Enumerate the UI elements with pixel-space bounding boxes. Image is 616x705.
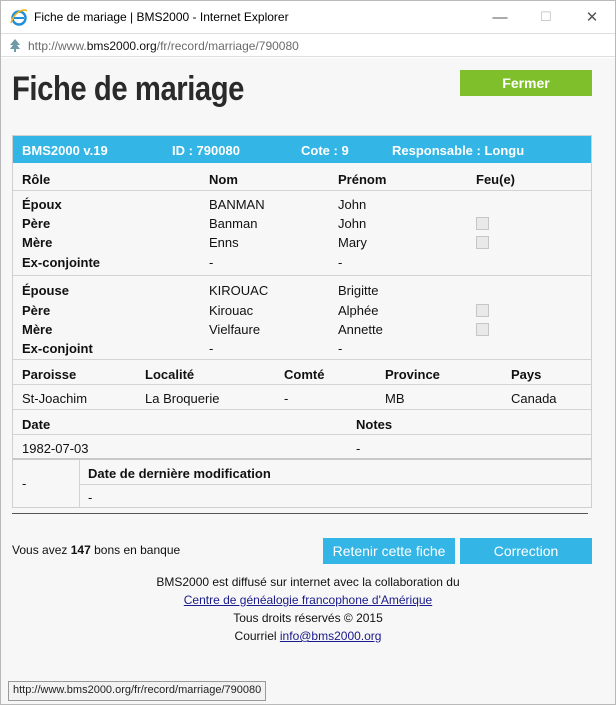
bride-role: Épouse — [22, 283, 69, 298]
header-last-modification: Date de dernière modification — [88, 466, 271, 481]
header-date: Date — [22, 417, 51, 432]
header-prenom: Prénom — [338, 172, 387, 187]
divider — [13, 275, 591, 276]
bride-mother-deceased-checkbox — [476, 323, 489, 336]
close-window-button[interactable]: ✕ — [569, 3, 615, 31]
header-localite: Localité — [145, 367, 195, 382]
cote-label: Cote : 9 — [301, 143, 349, 158]
responsable-label: Responsable : Longu — [392, 143, 525, 158]
divider — [80, 484, 591, 485]
groom-ex-prenom: - — [338, 255, 343, 270]
bride-father-prenom: Alphée — [338, 303, 379, 318]
retain-record-button[interactable]: Retenir cette fiche — [323, 538, 455, 564]
title-bar: Fiche de mariage | BMS2000 - Internet Ex… — [1, 1, 615, 33]
modif-left-value: - — [22, 476, 27, 491]
page-title: Fiche de mariage — [12, 70, 245, 108]
bride-ex-nom: - — [209, 341, 214, 356]
date-value: 1982-07-03 — [22, 441, 89, 456]
status-bar-url: http://www.bms2000.org/fr/record/marriag… — [8, 681, 267, 701]
close-record-button[interactable]: Fermer — [460, 70, 592, 96]
record-card: BMS2000 v.19 ID : 790080 Cote : 9 Respon… — [12, 135, 592, 508]
divider — [13, 409, 591, 410]
header-notes: Notes — [356, 417, 393, 432]
mail-label: Courriel — [234, 629, 277, 643]
divider — [13, 458, 591, 460]
footer-collaboration: BMS2000 est diffusé sur internet avec la… — [156, 575, 460, 589]
bride-mother-nom: Vielfaure — [209, 322, 261, 337]
groom-father-role: Père — [22, 216, 51, 231]
browser-window: Fiche de mariage | BMS2000 - Internet Ex… — [0, 0, 616, 705]
bride-nom: KIROUAC — [209, 283, 269, 298]
header-pays: Pays — [511, 367, 542, 382]
groom-ex-nom: - — [209, 255, 214, 270]
maximize-button[interactable]: ☐ — [523, 3, 569, 31]
province-value: MB — [385, 391, 405, 406]
groom-father-nom: Banman — [209, 216, 258, 231]
bride-ex-prenom: - — [338, 341, 343, 356]
groom-father-deceased-checkbox — [476, 217, 489, 230]
bride-prenom: Brigitte — [338, 283, 379, 298]
bride-mother-prenom: Annette — [338, 322, 383, 337]
groom-father-prenom: John — [338, 216, 367, 231]
site-tree-icon — [10, 39, 20, 52]
correction-button[interactable]: Correction — [460, 538, 592, 564]
bride-father-role: Père — [22, 303, 51, 318]
groom-nom: BANMAN — [209, 197, 265, 212]
record-info-bar: BMS2000 v.19 ID : 790080 Cote : 9 Respon… — [13, 136, 591, 163]
groom-ex-role: Ex-conjointe — [22, 255, 101, 270]
header-nom: Nom — [209, 172, 238, 187]
bride-father-deceased-checkbox — [476, 304, 489, 317]
comte-value: - — [284, 391, 289, 406]
internet-explorer-icon — [10, 9, 28, 26]
groom-prenom: John — [338, 197, 367, 212]
header-comte: Comté — [284, 367, 325, 382]
bank-balance: Vous avez 147 bons en banque — [12, 543, 181, 557]
groom-mother-prenom: Mary — [338, 235, 367, 250]
groom-mother-role: Mère — [22, 235, 53, 250]
cgfa-link[interactable]: Centre de généalogie francophone d'Améri… — [184, 593, 432, 607]
groom-role: Époux — [22, 197, 62, 212]
header-role: Rôle — [22, 172, 51, 187]
minimize-button[interactable]: — — [477, 3, 523, 31]
page-content: Fiche de mariage Fermer BMS2000 v.19 ID … — [1, 58, 615, 704]
divider — [13, 434, 591, 435]
pays-value: Canada — [511, 391, 557, 406]
divider — [13, 359, 591, 360]
bank-count: 147 — [70, 543, 91, 557]
version-label: BMS2000 v.19 — [22, 143, 108, 158]
bride-ex-role: Ex-conjoint — [22, 341, 93, 356]
record-id: ID : 790080 — [172, 143, 240, 158]
address-url[interactable]: http://www.bms2000.org/fr/record/marriag… — [28, 39, 299, 53]
bride-mother-role: Mère — [22, 322, 53, 337]
header-province: Province — [385, 367, 440, 382]
paroisse-value: St-Joachim — [22, 391, 88, 406]
bride-father-nom: Kirouac — [209, 303, 254, 318]
header-paroisse: Paroisse — [22, 367, 77, 382]
groom-mother-deceased-checkbox — [476, 236, 489, 249]
notes-value: - — [356, 441, 361, 456]
address-bar[interactable]: http://www.bms2000.org/fr/record/marriag… — [1, 33, 615, 57]
window-title: Fiche de mariage | BMS2000 - Internet Ex… — [34, 10, 289, 24]
localite-value: La Broquerie — [145, 391, 220, 406]
separator-line — [12, 513, 588, 514]
groom-mother-nom: Enns — [209, 235, 239, 250]
last-modification-value: - — [88, 490, 93, 505]
mail-link[interactable]: info@bms2000.org — [280, 629, 382, 643]
footer-rights: Tous droits réservés © 2015 — [233, 611, 383, 625]
divider — [13, 384, 591, 385]
divider — [13, 190, 591, 191]
header-feu: Feu(e) — [476, 172, 515, 187]
